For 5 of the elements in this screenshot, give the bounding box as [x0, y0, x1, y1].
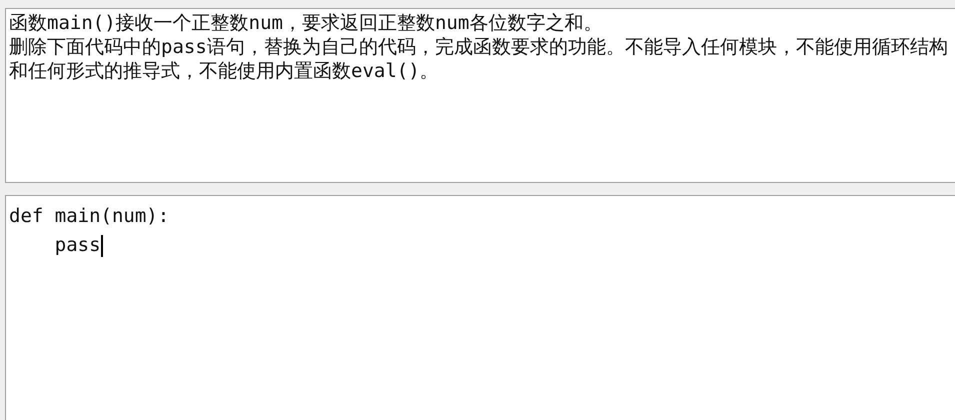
- code-line: pass: [54, 233, 101, 258]
- code-editor[interactable]: def main(num): pass: [5, 195, 955, 420]
- code-line: def main(num):: [9, 204, 170, 229]
- problem-paragraph: 删除下面代码中的pass语句，替换为自己的代码，完成函数要求的功能。不能导入任何模块，不能使用循环结构和任何形式的推导式，不能使用内置函数eval()。: [9, 35, 949, 83]
- problem-paragraph: 函数main()接收一个正整数num，要求返回正整数num各位数字之和。: [9, 11, 604, 35]
